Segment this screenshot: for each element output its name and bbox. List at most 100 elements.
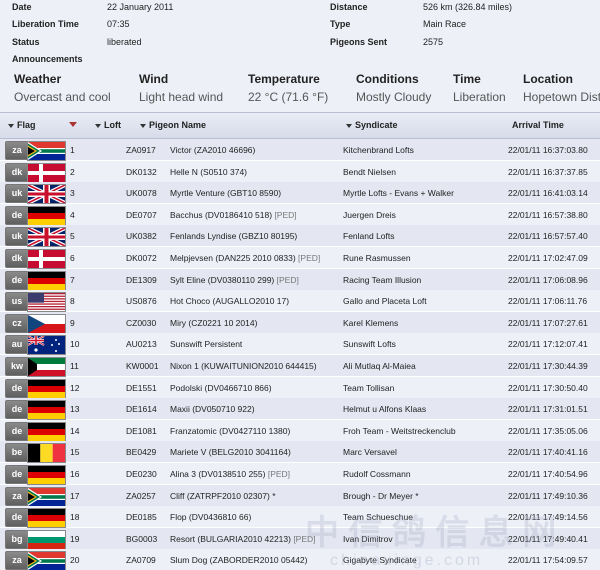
arrival-header-label: Arrival Time	[512, 120, 564, 130]
pigeon-name-link[interactable]: Resort (BULGARIA2010 42213) [PED]	[170, 534, 316, 544]
pigeon-name-link[interactable]: Mariete V (BELG2010 3041164)	[170, 447, 291, 457]
pigeon-name-link[interactable]: Franzatomic (DV0427110 1380)	[170, 426, 290, 436]
pedigree-link[interactable]: [PED]	[274, 275, 299, 285]
country-flag-icon	[27, 313, 66, 334]
table-row[interactable]: au 10 AU0213 Sunswift Persistent Sunswift Lo…	[0, 333, 600, 356]
country-code-badge: us	[5, 292, 29, 312]
syndicate-cell: Kitchenbrand Lofts	[343, 145, 414, 155]
country-flag-icon	[27, 400, 66, 421]
type-value: Main Race	[423, 19, 467, 29]
weather-table: Weather Wind Temperature Conditions Time…	[0, 68, 600, 108]
table-row[interactable]: de 16 DE0230 Alina 3 (DV0138510 255) [PED] R…	[0, 463, 600, 485]
country-flag-icon	[27, 465, 66, 485]
pigeon-name-link[interactable]: Alina 3 (DV0138510 255) [PED]	[170, 469, 290, 479]
country-flag-icon	[27, 227, 66, 248]
country-code-badge: kw	[5, 357, 29, 376]
pigeon-name-link[interactable]: Podolski (DV0466710 866)	[170, 383, 272, 393]
syndicate-column-header[interactable]: Syndicate	[346, 120, 398, 130]
pedigree-link[interactable]: [PED]	[296, 253, 320, 263]
sort-dropdown-icon[interactable]	[69, 122, 77, 127]
announcements-label: Announcements	[12, 54, 83, 64]
arrival-time-cell: 22/01/11 17:31:01.51	[508, 404, 588, 415]
table-row[interactable]: uk 5 UK0382 Fenlands Lyndise (GBZ10 80195) F…	[0, 225, 600, 248]
country-code-badge: de	[5, 400, 29, 420]
results-table: Flag Loft Pigeon Name Syndicate Arrival …	[0, 112, 600, 570]
syndicate-cell: Bendt Nielsen	[343, 166, 396, 177]
pigeon-name-link[interactable]: Fenlands Lyndise (GBZ10 80195)	[170, 231, 297, 241]
loft-cell: DE1309	[126, 274, 157, 285]
table-row[interactable]: be 15 BE0429 Mariete V (BELG2010 3041164) Ma…	[0, 441, 600, 464]
conditions-header: Conditions	[356, 72, 419, 86]
arrival-time-cell: 22/01/11 17:54:09.57	[508, 555, 588, 566]
position-cell: 4	[70, 209, 75, 220]
arrival-time-cell: 22/01/11 17:49:10.36	[508, 490, 588, 501]
loft-cell: DE0230	[126, 469, 157, 479]
loft-cell: KW0001	[126, 361, 159, 371]
pigeon-name-link[interactable]: Sunswift Persistent	[170, 339, 242, 349]
pigeon-name-link[interactable]: Helle N (S0510 374)	[170, 167, 247, 177]
table-row[interactable]: us 8 US0876 Hot Choco (AUGALLO2010 17) Gallo…	[0, 290, 600, 313]
arrival-time-column-header[interactable]: Arrival Time	[512, 120, 564, 130]
arrival-time-cell: 22/01/11 17:12:07.41	[508, 339, 588, 350]
country-code-badge: au	[5, 335, 29, 355]
pedigree-link[interactable]: [PED]	[272, 210, 296, 220]
table-row[interactable]: dk 2 DK0132 Helle N (S0510 374) Bendt Nielse…	[0, 160, 600, 183]
loft-cell: UK0078	[126, 188, 157, 199]
table-row[interactable]: de 4 DE0707 Bacchus (DV0186410 518) [PED] Ju…	[0, 203, 600, 226]
loft-cell: DE1551	[126, 382, 157, 393]
country-flag-icon	[27, 551, 66, 570]
pigeon-name-column-header[interactable]: Pigeon Name	[140, 120, 206, 130]
table-row[interactable]: de 12 DE1551 Podolski (DV0466710 866) Team T…	[0, 376, 600, 399]
pigeon-name-link[interactable]: Slum Dog (ZABORDER2010 05442)	[170, 555, 307, 565]
loft-cell: DE0707	[126, 209, 157, 220]
table-row[interactable]: cz 9 CZ0030 Miry (CZ0221 10 2014) Karel Klem…	[0, 311, 600, 334]
pigeon-name-link[interactable]: Cliff (ZATRPF2010 02307) *	[170, 491, 276, 501]
time-header: Time	[453, 72, 481, 86]
table-row[interactable]: kw 11 KW0001 Nixon 1 (KUWAITUNION2010 64441…	[0, 355, 600, 377]
pigeon-name-link[interactable]: Melpjevsen (DAN225 2010 0833) [PED]	[170, 253, 320, 263]
country-code-badge: de	[5, 421, 29, 441]
country-code-badge: de	[5, 270, 29, 290]
pigeon-name-link[interactable]: Flop (DV0436810 66)	[170, 512, 251, 522]
weather-header: Weather	[14, 72, 62, 86]
table-row[interactable]: de 14 DE1081 Franzatomic (DV0427110 1380) Fr…	[0, 419, 600, 442]
country-flag-icon	[27, 292, 66, 313]
pigeon-header-label: Pigeon Name	[149, 120, 207, 130]
pigeon-name-link[interactable]: Miry (CZ0221 10 2014)	[170, 318, 257, 328]
table-header: Flag Loft Pigeon Name Syndicate Arrival …	[0, 112, 600, 139]
position-cell: 16	[70, 469, 80, 479]
country-code-badge: za	[5, 551, 29, 570]
position-cell: 12	[70, 382, 80, 393]
pedigree-link[interactable]: [PED]	[265, 469, 290, 479]
pigeon-name-link[interactable]: Victor (ZA2010 46696)	[170, 145, 255, 155]
pigeon-name-link[interactable]: Maxii (DV050710 922)	[170, 404, 255, 414]
flag-header-label: Flag	[17, 120, 36, 130]
arrival-time-cell: 22/01/11 17:40:54.96	[508, 469, 588, 479]
liberation-time-label: Liberation Time	[12, 19, 79, 29]
syndicate-header-label: Syndicate	[355, 120, 398, 130]
country-flag-icon	[27, 378, 66, 399]
pigeon-name-link[interactable]: Hot Choco (AUGALLO2010 17)	[170, 296, 289, 306]
loft-cell: AU0213	[126, 339, 157, 350]
pigeon-name-link[interactable]: Bacchus (DV0186410 518) [PED]	[170, 210, 297, 220]
arrival-time-cell: 22/01/11 17:06:08.96	[508, 274, 588, 285]
country-code-badge: de	[5, 508, 29, 528]
table-row[interactable]: de 13 DE1614 Maxii (DV050710 922) Helmut u A…	[0, 398, 600, 421]
pigeon-name-link[interactable]: Sylt Eline (DV0380110 299) [PED]	[170, 275, 299, 285]
arrival-time-cell: 22/01/11 17:06:11.76	[508, 296, 588, 307]
country-code-badge: cz	[5, 313, 29, 333]
country-flag-icon	[27, 162, 66, 183]
table-row[interactable]: za 1 ZA0917 Victor (ZA2010 46696) Kitchenbra…	[0, 139, 600, 161]
flag-column-header[interactable]: Flag	[8, 120, 36, 130]
syndicate-cell: Gallo and Placeta Loft	[343, 296, 427, 307]
table-row[interactable]: za 17 ZA0257 Cliff (ZATRPF2010 02307) * Brou…	[0, 484, 600, 507]
syndicate-cell: Helmut u Alfons Klaas	[343, 404, 427, 415]
pigeon-name-link[interactable]: Nixon 1 (KUWAITUNION2010 644415)	[170, 361, 317, 371]
country-code-badge: de	[5, 378, 29, 398]
wind-value: Light head wind	[139, 90, 224, 104]
table-row[interactable]: uk 3 UK0078 Myrtle Venture (GBT10 8590) Myrt…	[0, 182, 600, 205]
table-row[interactable]: de 7 DE1309 Sylt Eline (DV0380110 299) [PED…	[0, 268, 600, 291]
table-row[interactable]: dk 6 DK0072 Melpjevsen (DAN225 2010 0833) […	[0, 247, 600, 269]
loft-column-header[interactable]: Loft	[95, 120, 121, 130]
pigeon-name-link[interactable]: Myrtle Venture (GBT10 8590)	[170, 188, 281, 198]
